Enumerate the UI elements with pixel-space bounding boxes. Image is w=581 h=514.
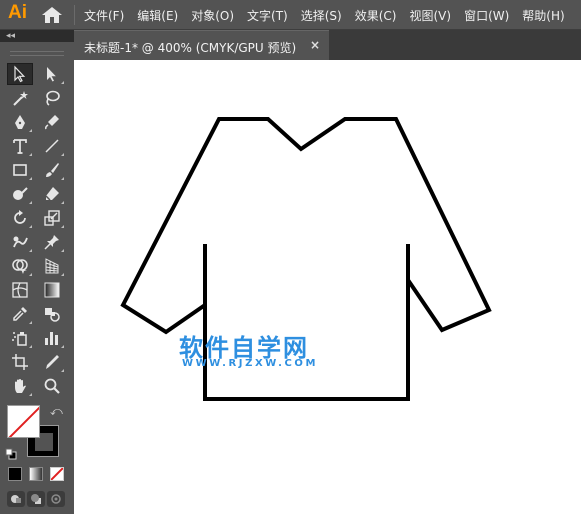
shape-builder-icon[interactable] xyxy=(7,255,33,277)
app-logo: Ai xyxy=(8,2,27,23)
menu-select[interactable]: 选择(S) xyxy=(301,7,342,24)
arrow-solid-icon[interactable] xyxy=(39,63,65,85)
artboard-canvas[interactable]: 软件自学网 WWW.RJZXW.COM xyxy=(74,60,581,514)
none-mode-button[interactable] xyxy=(50,467,64,481)
toolbar-grip[interactable] xyxy=(10,51,64,56)
pin-icon[interactable] xyxy=(39,231,65,253)
curvature-pen-icon[interactable] xyxy=(39,111,65,133)
pen-icon[interactable] xyxy=(7,111,33,133)
draw-inside-icon[interactable] xyxy=(47,491,65,507)
menu-divider xyxy=(74,5,75,25)
slice-icon[interactable] xyxy=(39,351,65,373)
menu-effect[interactable]: 效果(C) xyxy=(355,7,397,24)
color-mode-button[interactable] xyxy=(8,467,22,481)
menu-file[interactable]: 文件(F) xyxy=(84,7,124,24)
warp-icon[interactable] xyxy=(7,231,33,253)
bar-graph-icon[interactable] xyxy=(39,327,65,349)
shirt-outline-artwork[interactable] xyxy=(74,60,581,514)
arrow-outline-icon[interactable] xyxy=(7,63,33,85)
menu-bar: Ai 文件(F) 编辑(E) 对象(O) 文字(T) 选择(S) 效果(C) 视… xyxy=(0,0,581,30)
menu-object[interactable]: 对象(O) xyxy=(191,7,234,24)
document-tab-title: 未标题-1* @ 400% (CMYK/GPU 预览) xyxy=(84,41,297,55)
eyedropper-icon[interactable] xyxy=(7,303,33,325)
document-tab[interactable]: 未标题-1* @ 400% (CMYK/GPU 预览) × xyxy=(74,30,329,60)
perspective-grid-icon[interactable] xyxy=(39,255,65,277)
home-icon[interactable] xyxy=(41,6,63,24)
line-icon[interactable] xyxy=(39,135,65,157)
zoom-icon[interactable] xyxy=(39,375,65,397)
rectangle-icon[interactable] xyxy=(7,159,33,181)
artboard-icon[interactable] xyxy=(7,351,33,373)
type-icon[interactable] xyxy=(7,135,33,157)
swap-fill-stroke-icon[interactable]: ⤺ xyxy=(50,404,63,419)
blend-icon[interactable] xyxy=(39,303,65,325)
menu-view[interactable]: 视图(V) xyxy=(409,7,451,24)
main-menu: 文件(F) 编辑(E) 对象(O) 文字(T) 选择(S) 效果(C) 视图(V… xyxy=(84,0,578,30)
eraser-icon[interactable] xyxy=(39,183,65,205)
lasso-icon[interactable] xyxy=(39,87,65,109)
draw-normal-icon[interactable] xyxy=(7,491,25,507)
mesh-icon[interactable] xyxy=(7,279,33,301)
menu-type[interactable]: 文字(T) xyxy=(247,7,288,24)
rotate-icon[interactable] xyxy=(7,207,33,229)
menu-window[interactable]: 窗口(W) xyxy=(464,7,509,24)
scale-icon[interactable] xyxy=(39,207,65,229)
draw-behind-icon[interactable] xyxy=(27,491,45,507)
watermark-url: WWW.RJZXW.COM xyxy=(182,358,319,369)
menu-edit[interactable]: 编辑(E) xyxy=(137,7,178,24)
menu-help[interactable]: 帮助(H) xyxy=(522,7,564,24)
gradient-mode-button[interactable] xyxy=(29,467,43,481)
hand-icon[interactable] xyxy=(7,375,33,397)
magic-wand-icon[interactable] xyxy=(7,87,33,109)
gradient-icon[interactable] xyxy=(39,279,65,301)
symbol-sprayer-icon[interactable] xyxy=(7,327,33,349)
default-fill-stroke-icon[interactable] xyxy=(5,445,17,460)
fill-swatch[interactable] xyxy=(7,405,40,438)
close-icon[interactable]: × xyxy=(310,38,320,52)
brush-icon[interactable] xyxy=(39,159,65,181)
shaper-icon[interactable] xyxy=(7,183,33,205)
collapse-panel-icon[interactable]: ◂◂ xyxy=(6,31,15,41)
